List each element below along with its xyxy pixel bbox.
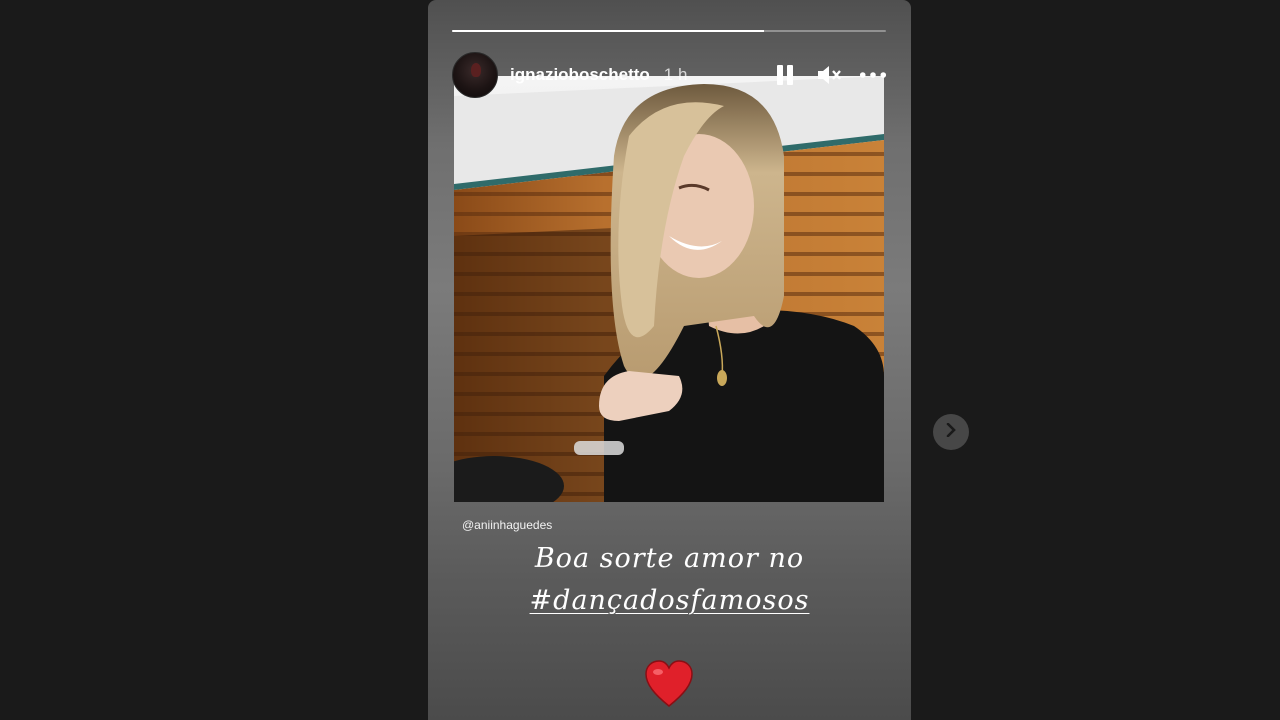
story-hashtag[interactable]: #dançadosfamosos — [428, 585, 911, 616]
avatar[interactable] — [452, 52, 498, 98]
chevron-right-icon — [945, 422, 957, 442]
story-timestamp: 1 h — [663, 65, 688, 84]
story-controls — [771, 61, 887, 89]
story-progress-fill — [452, 30, 765, 32]
mention-tag[interactable]: @aniinhaguedes — [462, 518, 552, 532]
more-options-icon[interactable] — [859, 61, 887, 89]
story-viewer[interactable]: ignazioboschetto 1 h @aniinhaguedes Boa … — [428, 0, 911, 720]
story-username[interactable]: ignazioboschetto — [510, 65, 650, 85]
story-header: ignazioboschetto 1 h — [452, 52, 887, 98]
next-story-button[interactable] — [933, 414, 969, 450]
story-photo — [454, 76, 884, 502]
story-caption-line-1: Boa sorte amor no — [534, 543, 805, 574]
heart-sticker — [644, 660, 694, 708]
pause-icon[interactable] — [771, 61, 799, 89]
story-progress-bar — [452, 30, 886, 32]
speaker-muted-icon[interactable] — [815, 61, 843, 89]
